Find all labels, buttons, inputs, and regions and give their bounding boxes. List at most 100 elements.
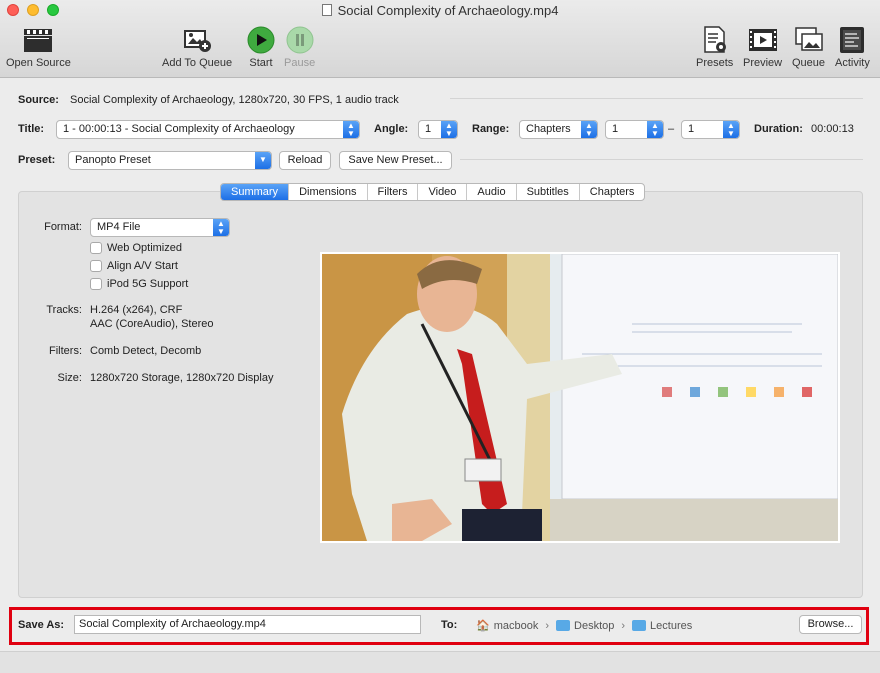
tab-bar: Summary Dimensions Filters Video Audio S…	[220, 183, 646, 201]
reload-button[interactable]: Reload	[279, 151, 331, 170]
film-icon	[748, 26, 778, 54]
play-icon	[246, 26, 276, 54]
select-arrows-icon: ▲ ▼	[581, 121, 597, 138]
select-arrows-icon: ▲ ▼	[647, 121, 663, 138]
queue-label: Queue	[792, 57, 826, 69]
window-titlebar: Social Complexity of Archaeology.mp4 Ope…	[0, 0, 880, 78]
checkbox-box	[90, 278, 102, 290]
destination-path[interactable]: 🏠 macbook › Desktop › Lectures	[476, 619, 693, 633]
checkbox-box	[90, 260, 102, 272]
preview-frame	[320, 252, 840, 543]
filters-value: Comb Detect, Decomb	[90, 345, 202, 357]
preset-select-value: Panopto Preset	[75, 154, 151, 166]
open-source-label: Open Source	[6, 57, 71, 69]
format-select[interactable]: MP4 File ▲ ▼	[90, 218, 230, 237]
tab-summary[interactable]: Summary	[221, 184, 290, 200]
duration-value: 00:00:13	[811, 123, 854, 135]
pause-label: Pause	[284, 57, 316, 69]
range-type-select[interactable]: Chapters ▲ ▼	[519, 120, 598, 139]
folder-icon	[556, 620, 571, 631]
select-arrows-icon: ▲ ▼	[723, 121, 739, 138]
size-value: 1280x720 Storage, 1280x720 Display	[90, 372, 274, 384]
preset-label: Preset:	[18, 154, 56, 166]
activity-icon	[837, 26, 867, 54]
chevron-down-icon: ▼	[255, 152, 271, 169]
range-label: Range:	[472, 123, 510, 135]
source-separator	[450, 98, 863, 99]
save-as-label: Save As:	[18, 619, 65, 631]
title-select-value: 1 - 00:00:13 - Social Complexity of Arch…	[63, 123, 295, 135]
angle-label: Angle:	[374, 123, 409, 135]
window-title: Social Complexity of Archaeology.mp4	[0, 3, 880, 18]
align-av-label: Align A/V Start	[107, 260, 178, 272]
size-label: Size:	[57, 372, 82, 384]
title-select[interactable]: 1 - 00:00:13 - Social Complexity of Arch…	[56, 120, 360, 139]
save-as-input[interactable]: Social Complexity of Archaeology.mp4	[74, 615, 421, 634]
range-start-select[interactable]: 1 ▲ ▼	[605, 120, 664, 139]
checkbox-box	[90, 242, 102, 254]
activity-button[interactable]: Activity	[835, 26, 870, 69]
window-title-text: Social Complexity of Archaeology.mp4	[337, 3, 559, 18]
pause-icon	[285, 26, 315, 54]
tab-audio[interactable]: Audio	[467, 184, 517, 200]
add-to-queue-label: Add To Queue	[162, 57, 233, 69]
align-av-checkbox[interactable]: Align A/V Start	[90, 260, 178, 272]
add-to-queue-button[interactable]: Add To Queue	[162, 26, 232, 69]
presets-button[interactable]: Presets	[696, 26, 733, 69]
ipod-label: iPod 5G Support	[107, 278, 189, 290]
select-arrows-icon: ▲ ▼	[343, 121, 359, 138]
tab-filters[interactable]: Filters	[368, 184, 419, 200]
bottom-bar	[0, 651, 880, 673]
select-arrows-icon: ▲ ▼	[213, 219, 229, 236]
source-label: Source:	[18, 94, 59, 106]
source-value: Social Complexity of Archaeology, 1280x7…	[70, 94, 399, 106]
chevron-right-icon: ›	[621, 619, 626, 632]
save-new-preset-button[interactable]: Save New Preset...	[339, 151, 452, 170]
start-label: Start	[249, 57, 273, 69]
open-source-button[interactable]: Open Source	[6, 26, 71, 69]
clapperboard-icon	[23, 26, 53, 54]
angle-select-value: 1	[425, 123, 432, 135]
format-select-value: MP4 File	[97, 221, 141, 233]
tab-subtitles[interactable]: Subtitles	[517, 184, 580, 200]
range-dash: –	[668, 123, 675, 135]
tracks-label: Tracks:	[46, 304, 82, 316]
ipod-checkbox[interactable]: iPod 5G Support	[90, 278, 188, 290]
home-icon: 🏠	[476, 620, 490, 632]
web-optimized-label: Web Optimized	[107, 242, 182, 254]
folder-icon	[632, 620, 647, 631]
preview-button[interactable]: Preview	[743, 26, 782, 69]
presets-label: Presets	[696, 57, 734, 69]
browse-button[interactable]: Browse...	[799, 615, 862, 634]
web-optimized-checkbox[interactable]: Web Optimized	[90, 242, 182, 254]
add-image-icon	[182, 26, 212, 54]
range-end-select[interactable]: 1 ▲ ▼	[681, 120, 740, 139]
start-button[interactable]: Start	[246, 26, 276, 69]
range-type-value: Chapters	[526, 123, 571, 135]
presets-icon	[700, 26, 730, 54]
tab-video[interactable]: Video	[418, 184, 468, 200]
activity-label: Activity	[835, 57, 870, 69]
pause-button[interactable]: Pause	[284, 26, 315, 69]
document-icon	[321, 4, 332, 16]
duration-label: Duration:	[754, 123, 803, 135]
tracks-video: H.264 (x264), CRF	[90, 304, 183, 316]
preset-separator	[460, 159, 863, 160]
queue-button[interactable]: Queue	[792, 26, 825, 69]
title-label: Title:	[18, 123, 45, 135]
chevron-right-icon: ›	[545, 619, 550, 632]
angle-select[interactable]: 1 ▲ ▼	[418, 120, 458, 139]
filters-label: Filters:	[49, 345, 82, 357]
tracks-audio: AAC (CoreAudio), Stereo	[90, 318, 214, 330]
path-item-desktop: Desktop	[574, 619, 615, 632]
tab-dimensions[interactable]: Dimensions	[289, 184, 368, 200]
select-arrows-icon: ▲ ▼	[441, 121, 457, 138]
path-item-macbook: macbook	[493, 619, 539, 632]
preset-select[interactable]: Panopto Preset ▼	[68, 151, 272, 170]
queue-icon	[794, 26, 824, 54]
range-end-value: 1	[688, 123, 695, 135]
preview-label: Preview	[743, 57, 783, 69]
format-label: Format:	[44, 221, 82, 233]
path-item-lectures: Lectures	[650, 619, 693, 632]
tab-chapters[interactable]: Chapters	[580, 184, 645, 200]
